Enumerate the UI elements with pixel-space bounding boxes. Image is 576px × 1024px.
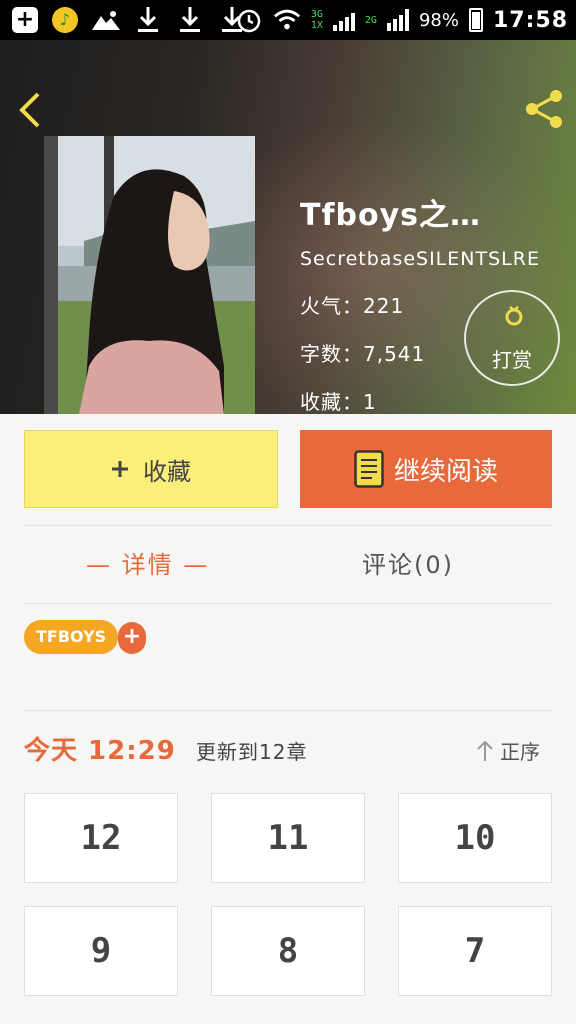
book-header: Tfboys之… SecretbaseSILENTSLRE 火气：221 字数：…	[0, 40, 576, 414]
network-3g-label: 3G	[310, 9, 323, 20]
book-title: Tfboys之…	[300, 198, 482, 233]
chevron-left-icon	[19, 92, 40, 128]
chapter-button[interactable]: 12	[24, 793, 178, 883]
chapter-button[interactable]: 7	[398, 906, 552, 996]
book-cover-image	[44, 136, 255, 414]
status-bar: + ♪ 3G 1X 2G 98% 17:58	[0, 0, 576, 40]
share-icon	[526, 90, 562, 128]
network-type: 3G 1X	[311, 9, 323, 31]
tag-chip[interactable]: TFBOYS	[24, 620, 119, 654]
clock: 17:58	[492, 7, 568, 33]
word-count-stat: 字数：7,541	[300, 342, 426, 366]
divider	[24, 525, 552, 526]
chapter-button[interactable]: 11	[211, 793, 365, 883]
update-text: 更新到12章	[196, 740, 308, 764]
chapter-button[interactable]: 8	[211, 906, 365, 996]
wifi-icon	[273, 6, 301, 34]
share-button[interactable]	[524, 88, 564, 130]
plus-icon	[112, 461, 128, 477]
status-notifications: + ♪	[12, 6, 246, 34]
chapter-button[interactable]: 10	[398, 793, 552, 883]
update-date: 今天 12:29	[24, 736, 176, 766]
add-to-favorites-button[interactable]: 收藏	[24, 430, 278, 508]
add-tag-button[interactable]: +	[118, 622, 146, 654]
divider	[24, 710, 552, 711]
book-icon	[354, 450, 384, 488]
sort-label: 正序	[500, 740, 540, 764]
battery-icon	[468, 8, 483, 32]
reward-button[interactable]: 打赏	[464, 290, 560, 386]
book-author[interactable]: SecretbaseSILENTSLRE	[300, 248, 540, 270]
network-1x-label: 1X	[310, 20, 323, 31]
add-icon: +	[12, 7, 38, 33]
alarm-icon	[235, 6, 263, 34]
music-app-icon: ♪	[52, 7, 78, 33]
tab-details[interactable]: — 详情 —	[86, 545, 209, 580]
continue-reading-button[interactable]: 继续阅读	[300, 430, 552, 508]
coin-icon	[505, 306, 523, 326]
favorites-stat: 收藏：1	[300, 390, 377, 414]
favorite-label: 收藏	[143, 457, 191, 486]
arrow-up-icon	[477, 740, 493, 761]
download-icon	[176, 6, 204, 34]
sort-order-button[interactable]: 正序	[476, 736, 540, 765]
reward-label: 打赏	[492, 348, 532, 372]
popularity-stat: 火气：221	[300, 294, 405, 318]
read-label: 继续阅读	[393, 456, 498, 487]
back-button[interactable]	[14, 90, 48, 130]
divider	[24, 603, 552, 604]
chapter-button[interactable]: 9	[24, 906, 178, 996]
download-icon	[134, 6, 162, 34]
status-system: 3G 1X 2G 98% 17:58	[235, 6, 568, 34]
mountain-image-icon	[92, 6, 120, 34]
signal-bars-icon	[386, 9, 409, 31]
network-2g-label: 2G	[364, 14, 377, 26]
tab-comments[interactable]: 评论(0)	[362, 545, 454, 580]
signal-bars-icon	[332, 9, 355, 31]
battery-percent: 98%	[418, 9, 459, 31]
